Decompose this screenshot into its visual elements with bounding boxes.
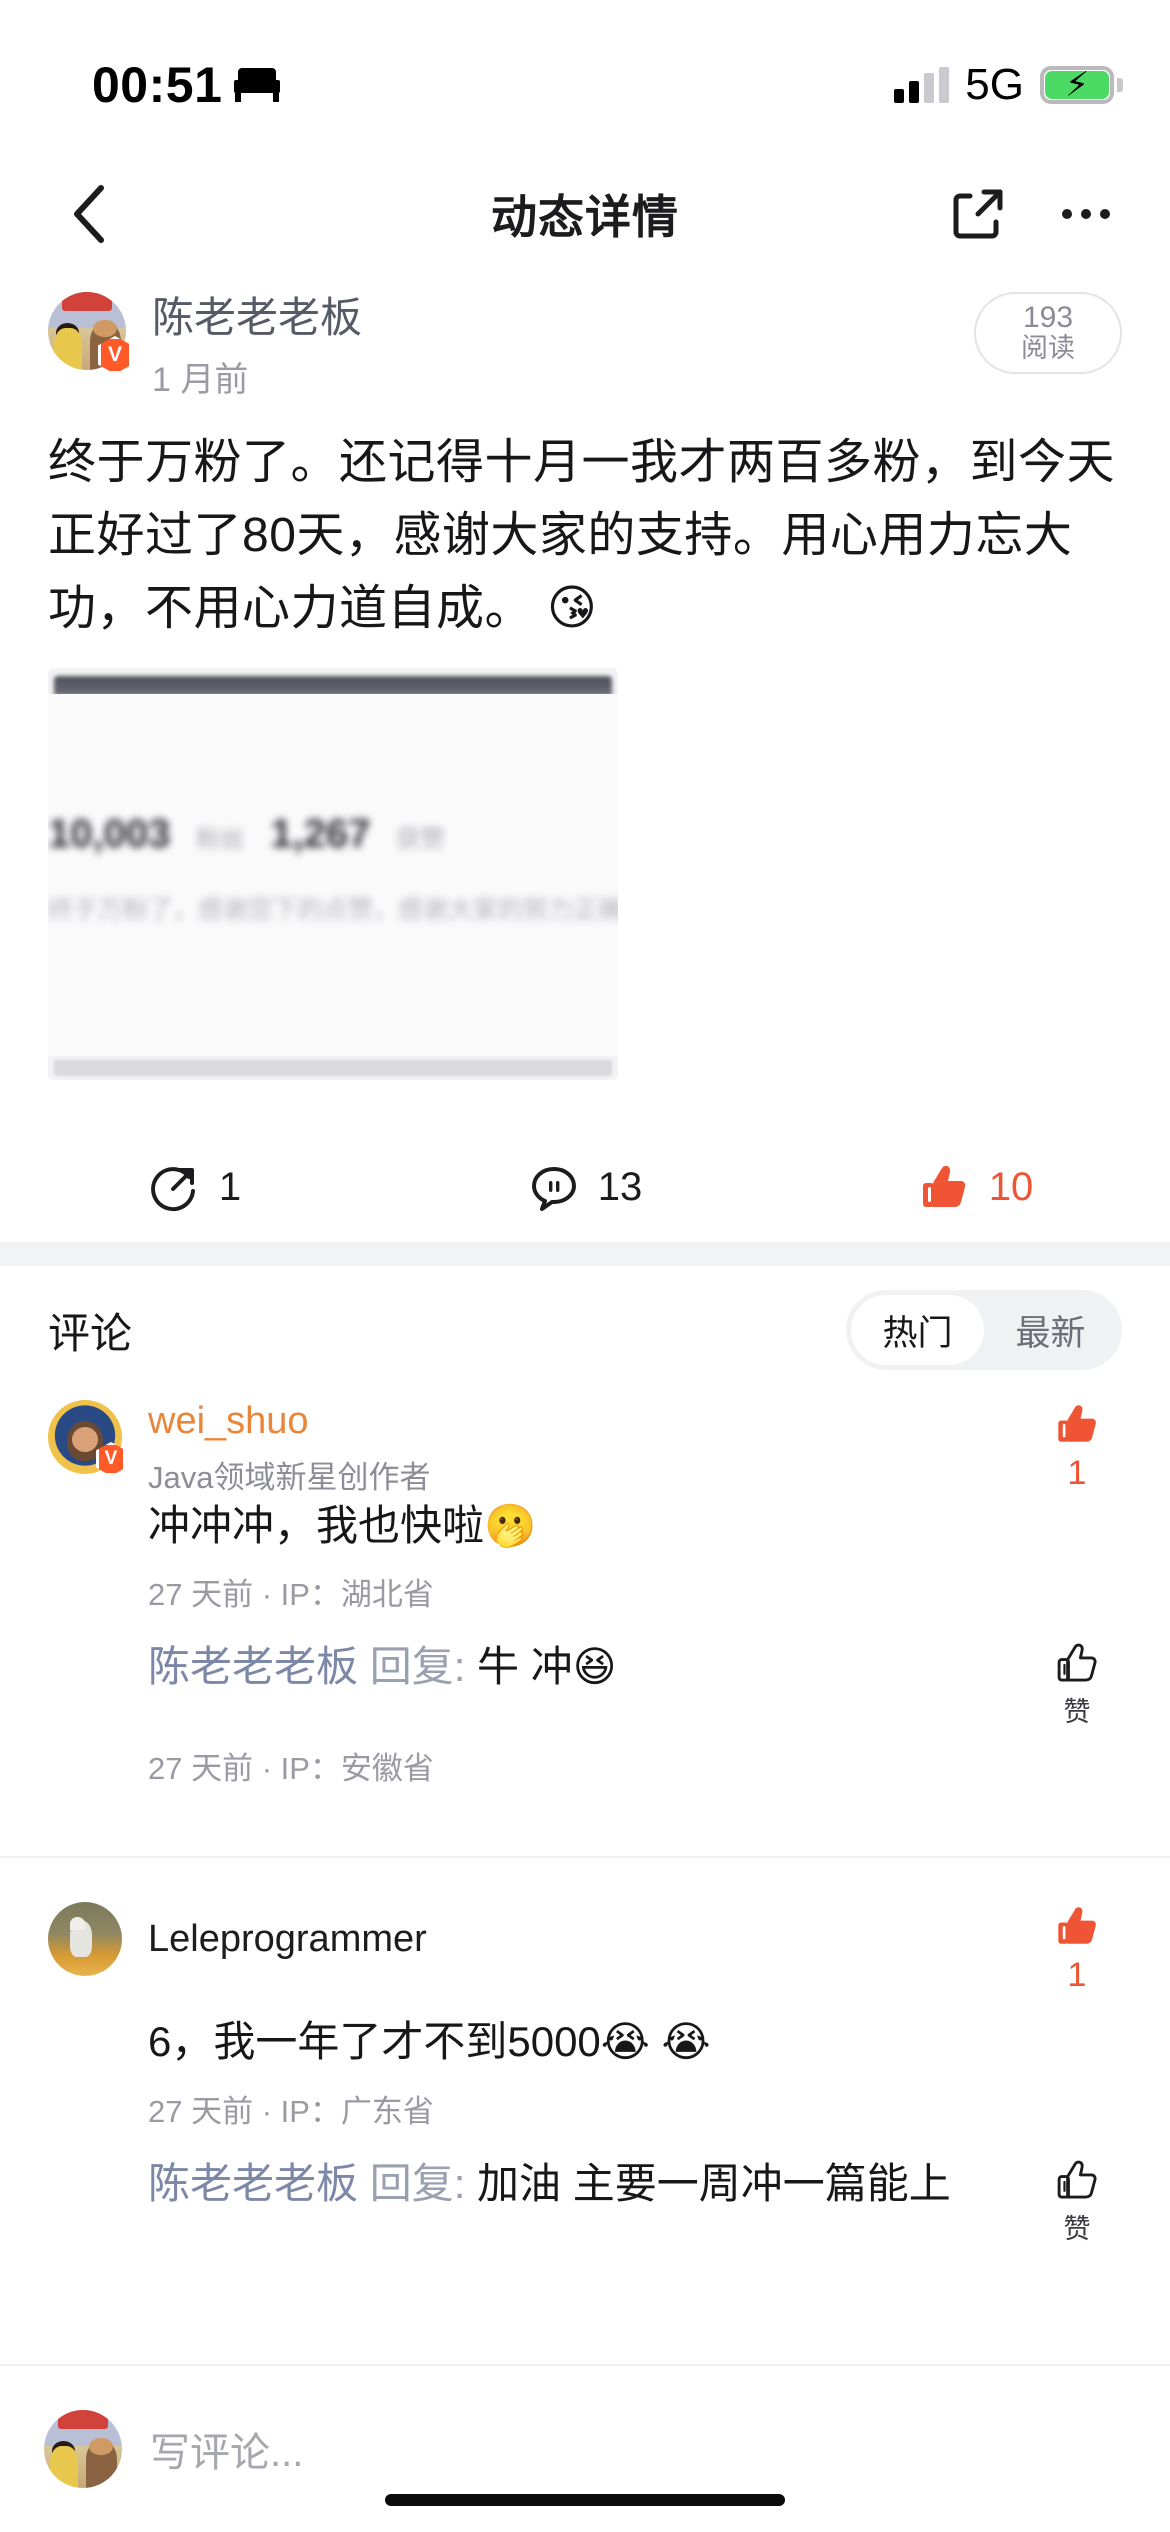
reply-text: 牛 冲😆 [477,1643,617,1691]
post-author-name[interactable]: 陈老老老板 [152,294,362,342]
post-text: 终于万粉了。还记得十月一我才两百多粉，到今天正好过了80天，感谢大家的支持。用心… [48,436,1116,636]
comment-user-info: Leleprogrammer [148,1902,427,1962]
image-footer-bar [54,1060,612,1077]
reply-like-label: 赞 [1063,2213,1091,2244]
image-stat-1-label: 粉丝 [196,826,245,854]
comment-body: 6，我一年了才不到5000😭 😭 27 天前 · IP：广东省 陈老老老板 回复… [48,2013,1122,2246]
like-action[interactable]: 10 [780,1160,1170,1214]
home-indicator [385,2494,785,2506]
comments-header: 评论 热门 最新 [0,1266,1170,1394]
comment-reply: 陈老老老板 回复: 牛 冲😆 赞 [148,1640,1122,1729]
comment-user-subtitle: Java领域新星创作者 [148,1459,431,1495]
image-stat-1-value: 10,003 [48,812,171,857]
network-label: 5G [965,60,1024,109]
comment-action[interactable]: 13 [390,1161,780,1213]
thumbs-up-filled-icon [1058,1405,1096,1442]
thumbs-up-outline-icon [1057,2160,1097,2199]
comment-sort-toggle: 热门 最新 [846,1290,1122,1370]
avatar [48,1902,122,1976]
image-titlebar [54,676,612,697]
nav-bar: 动态详情 [0,158,1170,270]
more-dots-icon [1062,209,1110,219]
post-card: V 陈老老老板 1 月前 193 阅读 终于万粉了。还记得十月一我才两百多粉，到… [0,292,1170,1081]
section-divider [0,1242,1170,1266]
nav-actions [942,178,1122,250]
sort-tab-hot[interactable]: 热门 [851,1295,984,1365]
image-caption: 终于万粉了，感谢您下的点赞，感谢大家的努力正确的事... [48,896,618,925]
image-stat-2-value: 1,267 [270,812,371,857]
comment-like-button[interactable]: 1 [1032,1400,1122,1493]
comment-input[interactable]: 写评论... [150,2420,303,2478]
comment-avatar[interactable] [48,1902,122,1976]
comment-separator [0,1856,1170,1858]
comment-meta: 27 天前 · IP：广东省 [148,2093,434,2129]
comment-text: 6，我一年了才不到5000😭 😭 [148,2018,711,2065]
reply-text: 加油 主要一周冲一篇能上 [477,2159,951,2207]
more-button[interactable] [1050,178,1122,250]
comment-count: 13 [597,1164,643,1209]
post-image[interactable]: 10,003 粉丝 1,267 获赞 终于万粉了，感谢您下的点赞，感谢大家的努力… [48,668,618,1081]
read-count-value: 193 [1022,300,1074,334]
read-count-badge: 193 阅读 [974,292,1122,374]
like-count: 10 [988,1164,1034,1209]
post-time: 1 月前 [152,361,249,400]
comment-username[interactable]: wei_shuo [148,1400,430,1444]
reply-meta: 27 天前 · IP：安徽省 [148,1751,434,1787]
battery-charging-icon: ⚡ [1040,66,1123,104]
reply-like-label: 赞 [1063,1697,1091,1728]
bed-icon [234,68,281,102]
post-header: V 陈老老老板 1 月前 193 阅读 [48,292,1122,401]
post-action-bar: 1 13 10 [0,1132,1170,1242]
comment-header: Leleprogrammer 1 [48,1902,1122,1995]
status-time: 00:51 [92,57,223,113]
image-stats-row: 10,003 粉丝 1,267 获赞 [48,812,618,857]
status-bar-right: 5G ⚡ [894,60,1123,109]
share-arrow-icon [151,1167,195,1212]
post-author-avatar[interactable]: V [48,292,132,374]
comment-compose-bar[interactable]: 写评论... [0,2364,1170,2532]
comment-username[interactable]: Leleprogrammer [148,1902,427,1962]
share-button[interactable] [942,178,1014,250]
reply-like-button[interactable]: 赞 [1032,1640,1122,1729]
read-count-label: 阅读 [1021,333,1075,364]
reply-author[interactable]: 陈老老老板 [148,2160,358,2207]
comment-user-info: wei_shuo Java领域新星创作者 [148,1400,430,1497]
image-body: 10,003 粉丝 1,267 获赞 终于万粉了，感谢您下的点赞，感谢大家的努力… [48,694,618,1057]
share-external-icon [953,189,1003,239]
reply-verb: 回复: [369,2159,466,2207]
comment-header: V wei_shuo Java领域新星创作者 1 [48,1400,1122,1497]
comment-item: Leleprogrammer 1 6，我一年了才不到5000😭 😭 27 天前 … [0,1902,1170,2246]
share-count: 1 [218,1164,242,1209]
post-author-info: 陈老老老板 1 月前 [152,292,362,401]
signal-bars-icon [894,67,950,103]
comment-avatar[interactable]: V [48,1400,126,1476]
thumbs-up-outline-icon [1057,1644,1097,1682]
comment-like-button[interactable]: 1 [1032,1902,1122,1995]
post-detail-screen: 00:51 5G ⚡ 动态详情 V 陈老老老板 1 月前 193 阅读 终于万粉… [0,0,1170,2532]
thumbs-up-filled-icon [922,1165,966,1207]
image-stat-2-label: 获赞 [396,826,445,854]
comment-bubble-icon [531,1167,576,1211]
reply-verb: 回复: [369,1643,466,1691]
status-bar-left: 00:51 [92,57,281,113]
thumbs-up-filled-icon [1058,1907,1096,1944]
status-bar: 00:51 5G ⚡ [0,0,1170,130]
comment-like-count: 1 [1067,1454,1087,1492]
comment-reply: 陈老老老板 回复: 加油 主要一周冲一篇能上 赞 [148,2157,1122,2246]
comments-title: 评论 [48,1309,133,1357]
reply-author[interactable]: 陈老老老板 [148,1643,358,1690]
share-action[interactable]: 1 [0,1161,390,1213]
sort-tab-new[interactable]: 最新 [984,1295,1117,1365]
comment-meta: 27 天前 · IP：湖北省 [148,1577,434,1613]
comment-text: 冲冲冲，我也快啦🫢 [148,1501,537,1549]
reply-like-button[interactable]: 赞 [1032,2157,1122,2246]
comment-body: 冲冲冲，我也快啦🫢 27 天前 · IP：湖北省 陈老老老板 回复: 牛 冲😆 … [48,1497,1122,1789]
current-user-avatar[interactable] [44,2410,122,2488]
comment-item: V wei_shuo Java领域新星创作者 1 冲冲冲，我也快啦🫢 27 天前… [0,1400,1170,1788]
comment-like-count: 1 [1067,1956,1087,1994]
